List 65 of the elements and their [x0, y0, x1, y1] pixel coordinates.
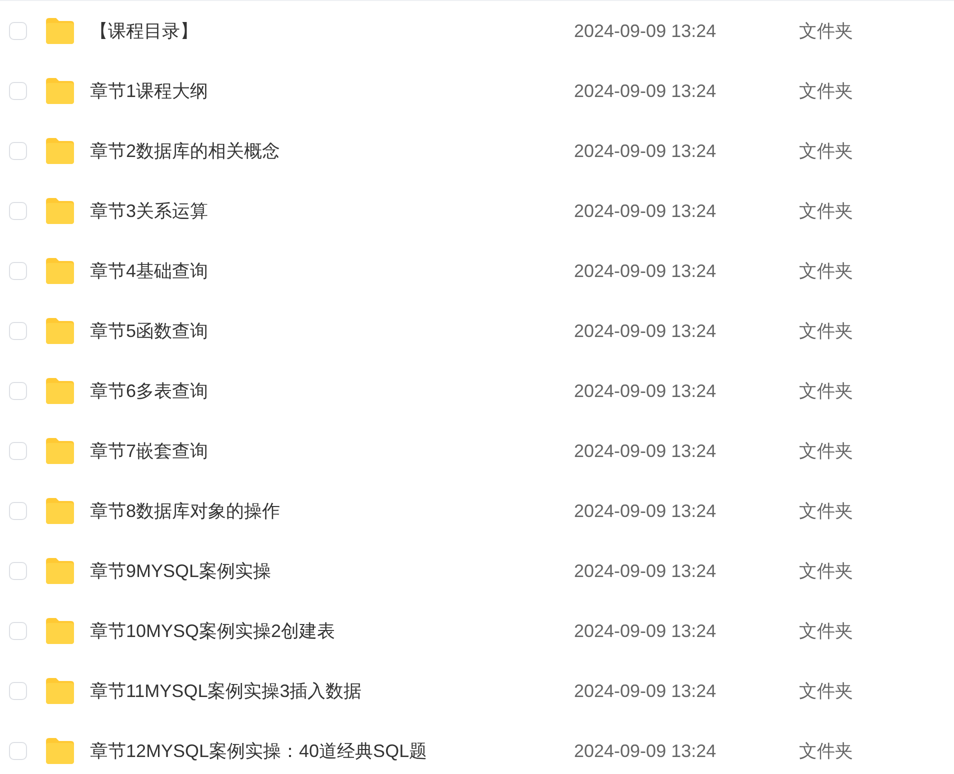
file-type: 文件夹 [799, 740, 853, 763]
folder-name[interactable]: 章节2数据库的相关概念 [90, 139, 574, 163]
checkbox[interactable] [9, 742, 27, 760]
checkbox[interactable] [9, 322, 27, 340]
file-type: 文件夹 [799, 200, 853, 223]
folder-icon [44, 617, 76, 645]
folder-name[interactable]: 章节10MYSQ案例实操2创建表 [90, 619, 574, 643]
checkbox[interactable] [9, 562, 27, 580]
folder-name[interactable]: 章节8数据库对象的操作 [90, 499, 574, 523]
folder-name[interactable]: 章节4基础查询 [90, 259, 574, 283]
modified-date: 2024-09-09 13:24 [574, 380, 718, 402]
folder-icon [44, 17, 76, 45]
folder-name[interactable]: 章节11MYSQL案例实操3插入数据 [90, 679, 574, 703]
folder-icon [44, 197, 76, 225]
modified-date: 2024-09-09 13:24 [574, 680, 718, 702]
folder-name[interactable]: 章节7嵌套查询 [90, 439, 574, 463]
folder-icon [44, 257, 76, 285]
checkbox[interactable] [9, 682, 27, 700]
checkbox[interactable] [9, 442, 27, 460]
file-type: 文件夹 [799, 260, 853, 283]
folder-name[interactable]: 章节12MYSQL案例实操：40道经典SQL题 [90, 739, 574, 763]
folder-icon [44, 377, 76, 405]
checkbox[interactable] [9, 262, 27, 280]
modified-date: 2024-09-09 13:24 [574, 260, 718, 282]
modified-date: 2024-09-09 13:24 [574, 500, 718, 522]
file-type: 文件夹 [799, 20, 853, 43]
folder-icon [44, 677, 76, 705]
modified-date: 2024-09-09 13:24 [574, 620, 718, 642]
folder-icon [44, 557, 76, 585]
checkbox[interactable] [9, 382, 27, 400]
file-type: 文件夹 [799, 80, 853, 103]
checkbox[interactable] [9, 202, 27, 220]
file-type: 文件夹 [799, 380, 853, 403]
checkbox[interactable] [9, 622, 27, 640]
modified-date: 2024-09-09 13:24 [574, 440, 718, 462]
folder-icon [44, 317, 76, 345]
file-type: 文件夹 [799, 560, 853, 583]
checkbox[interactable] [9, 502, 27, 520]
folder-name[interactable]: 章节5函数查询 [90, 319, 574, 343]
folder-icon [44, 437, 76, 465]
file-type: 文件夹 [799, 140, 853, 163]
file-type: 文件夹 [799, 680, 853, 703]
modified-date: 2024-09-09 13:24 [574, 80, 718, 102]
modified-date: 2024-09-09 13:24 [574, 740, 718, 762]
checkbox[interactable] [9, 142, 27, 160]
folder-icon [44, 497, 76, 525]
checkbox[interactable] [9, 22, 27, 40]
file-type: 文件夹 [799, 500, 853, 523]
modified-date: 2024-09-09 13:24 [574, 20, 718, 42]
folder-name[interactable]: 【课程目录】 [90, 19, 574, 43]
folder-icon [44, 77, 76, 105]
modified-date: 2024-09-09 13:24 [574, 200, 718, 222]
checkbox[interactable] [9, 82, 27, 100]
folder-name[interactable]: 章节6多表查询 [90, 379, 574, 403]
folder-name[interactable]: 章节1课程大纲 [90, 79, 574, 103]
folder-icon [44, 137, 76, 165]
folder-icon [44, 737, 76, 765]
file-type: 文件夹 [799, 620, 853, 643]
modified-date: 2024-09-09 13:24 [574, 320, 718, 342]
modified-date: 2024-09-09 13:24 [574, 140, 718, 162]
folder-name[interactable]: 章节9MYSQL案例实操 [90, 559, 574, 583]
file-type: 文件夹 [799, 320, 853, 343]
folder-name[interactable]: 章节3关系运算 [90, 199, 574, 223]
modified-date: 2024-09-09 13:24 [574, 560, 718, 582]
file-type: 文件夹 [799, 440, 853, 463]
